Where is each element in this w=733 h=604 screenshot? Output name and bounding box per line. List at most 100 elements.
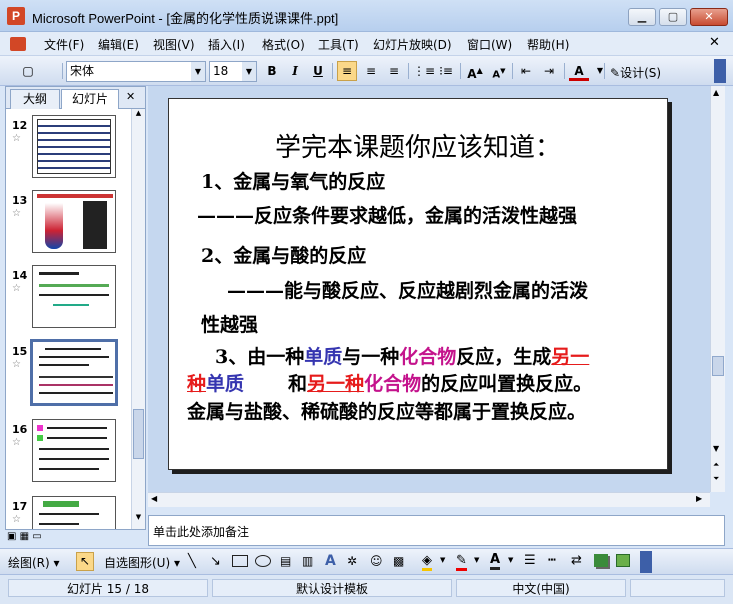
- draw-menu-button[interactable]: 绘图(R) ▾: [8, 554, 60, 571]
- font-color-icon[interactable]: A: [569, 61, 589, 81]
- rectangle-icon[interactable]: [232, 555, 248, 567]
- 3d-style-icon[interactable]: [616, 554, 630, 567]
- slide-thumb-17[interactable]: [32, 496, 116, 529]
- textbox-icon[interactable]: ▤: [280, 554, 291, 568]
- bold-button[interactable]: B: [262, 61, 282, 81]
- diagram-icon[interactable]: ✲: [347, 554, 357, 568]
- menu-insert[interactable]: 插入(I): [208, 36, 245, 53]
- slideshow-view-icon[interactable]: ▭: [32, 531, 41, 542]
- chevron-down-icon[interactable]: ▼: [242, 62, 256, 81]
- new-icon[interactable]: ▢: [18, 61, 38, 81]
- status-bar: 幻灯片 15 / 18 默认设计模板 中文(中国): [0, 574, 733, 604]
- chevron-down-icon[interactable]: ▼: [590, 61, 610, 81]
- design-button[interactable]: ✎设计(S): [610, 64, 661, 81]
- bullets-icon[interactable]: ⁝≡: [436, 61, 456, 81]
- menu-file[interactable]: 文件(F): [44, 36, 84, 53]
- arrow-style-icon[interactable]: ⇄: [571, 553, 582, 568]
- slide-line-2[interactable]: ———反应条件要求越低，金属的活泼性越强: [197, 201, 695, 228]
- slide-thumb-16[interactable]: [32, 419, 116, 482]
- slide-line-5[interactable]: 性越强: [201, 310, 699, 337]
- slide-line-8[interactable]: 金属与盐酸、稀硫酸的反应等都属于置换反应。: [187, 397, 685, 424]
- slide-counter: 幻灯片 15 / 18: [8, 579, 208, 597]
- line-icon[interactable]: ╲: [188, 554, 196, 569]
- fill-color-icon[interactable]: ◈: [422, 553, 432, 571]
- notes-placeholder[interactable]: 单击此处添加备注: [153, 523, 249, 540]
- scroll-thumb[interactable]: [712, 356, 724, 376]
- chevron-down-icon[interactable]: ▼: [474, 556, 479, 564]
- minimize-button[interactable]: ▁: [628, 8, 656, 26]
- menu-window[interactable]: 窗口(W): [467, 36, 512, 53]
- menu-format[interactable]: 格式(O): [262, 36, 305, 53]
- toolbar-options-icon[interactable]: [714, 59, 726, 83]
- menu-help[interactable]: 帮助(H): [527, 36, 569, 53]
- wordart-icon[interactable]: A: [325, 553, 336, 569]
- normal-view-icon[interactable]: ▣: [7, 531, 16, 542]
- slide-thumb-15-selected[interactable]: [30, 339, 118, 406]
- slide-line-6[interactable]: 3、由一种单质与一种化合物反应，生成另一: [215, 342, 713, 369]
- shrink-font-icon[interactable]: A▼: [489, 61, 509, 81]
- thumb-number: 14: [12, 269, 28, 282]
- align-right-icon[interactable]: ≡: [384, 61, 404, 81]
- maximize-button[interactable]: ▢: [659, 8, 687, 26]
- editor-hscrollbar[interactable]: ◀ ▶: [148, 492, 710, 507]
- chevron-down-icon[interactable]: ▼: [508, 556, 513, 564]
- tab-slides[interactable]: 幻灯片: [61, 89, 119, 110]
- chevron-down-icon[interactable]: ▼: [191, 62, 205, 81]
- next-slide-icon[interactable]: ⏷: [713, 474, 719, 484]
- doc-close-icon[interactable]: ✕: [709, 35, 720, 50]
- line-style-icon[interactable]: ☰: [524, 553, 536, 568]
- slide-canvas[interactable]: 学完本课题你应该知道： 1、金属与氧气的反应 ———反应条件要求越低，金属的活泼…: [168, 98, 668, 470]
- slide-thumb-12[interactable]: [32, 115, 116, 178]
- clipart-icon[interactable]: ☺: [370, 554, 383, 568]
- vertical-textbox-icon[interactable]: ▥: [302, 554, 313, 568]
- shadow-style-icon[interactable]: [594, 554, 608, 567]
- italic-button[interactable]: I: [285, 61, 305, 81]
- scroll-up-icon[interactable]: ▲: [713, 88, 719, 97]
- scroll-thumb[interactable]: [133, 409, 144, 459]
- sorter-view-icon[interactable]: ▦: [20, 531, 29, 542]
- scroll-down-icon[interactable]: ▼: [713, 444, 719, 453]
- oval-icon[interactable]: [255, 555, 271, 567]
- notes-pane[interactable]: 单击此处添加备注: [148, 515, 725, 546]
- menu-tools[interactable]: 工具(T): [318, 36, 359, 53]
- underline-button[interactable]: U: [308, 61, 328, 81]
- close-button[interactable]: ✕: [690, 8, 728, 26]
- slide-line-3[interactable]: 2、金属与酸的反应: [201, 241, 699, 268]
- thumbnail-scrollbar[interactable]: ▲ ▼: [131, 109, 145, 529]
- editor-vscrollbar[interactable]: ▲ ▼ ⏶ ⏷: [710, 86, 725, 492]
- select-pointer-icon[interactable]: ↖: [76, 552, 94, 571]
- font-size-select[interactable]: 18 ▼: [209, 61, 257, 82]
- picture-icon[interactable]: ▩: [393, 554, 404, 568]
- numbering-icon[interactable]: ⋮≡: [413, 61, 435, 81]
- scroll-left-icon[interactable]: ◀: [151, 494, 157, 503]
- menu-view[interactable]: 视图(V): [153, 36, 195, 53]
- arrow-icon[interactable]: ↘: [210, 554, 221, 569]
- panel-close-icon[interactable]: ✕: [126, 90, 135, 103]
- align-left-icon[interactable]: ≡: [337, 61, 357, 81]
- menu-slideshow[interactable]: 幻灯片放映(D): [373, 36, 452, 53]
- slide-thumb-14[interactable]: [32, 265, 116, 328]
- slide-thumb-13[interactable]: [32, 190, 116, 253]
- slide-line-7[interactable]: 种单质 和另一种化合物的反应叫置换反应。: [187, 369, 685, 396]
- font-color-draw-icon[interactable]: A: [490, 552, 501, 570]
- scroll-down-icon[interactable]: ▼: [133, 513, 144, 525]
- prev-slide-icon[interactable]: ⏶: [713, 460, 719, 470]
- grow-font-icon[interactable]: A▲: [465, 61, 485, 81]
- scroll-right-icon[interactable]: ▶: [696, 494, 702, 503]
- chevron-down-icon[interactable]: ▼: [440, 556, 445, 564]
- menu-edit[interactable]: 编辑(E): [98, 36, 139, 53]
- slide-line-4[interactable]: ———能与酸反应、反应越剧烈金属的活泼: [227, 276, 725, 303]
- dash-style-icon[interactable]: ┅: [548, 553, 556, 568]
- scroll-up-icon[interactable]: ▲: [133, 109, 144, 121]
- tab-outline[interactable]: 大纲: [10, 89, 60, 109]
- align-center-icon[interactable]: ≡: [361, 61, 381, 81]
- slide-title[interactable]: 学完本课题你应该知道：: [169, 127, 667, 164]
- font-select[interactable]: 宋体 ▼: [66, 61, 206, 82]
- increase-indent-icon[interactable]: ⇥: [539, 61, 559, 81]
- decrease-indent-icon[interactable]: ⇤: [516, 61, 536, 81]
- toolbar-options-icon[interactable]: [640, 551, 652, 573]
- thumb-number: 16: [12, 423, 28, 436]
- autoshapes-button[interactable]: 自选图形(U) ▾: [104, 554, 180, 571]
- slide-line-1[interactable]: 1、金属与氧气的反应: [201, 167, 699, 194]
- line-color-icon[interactable]: ✎: [456, 553, 467, 571]
